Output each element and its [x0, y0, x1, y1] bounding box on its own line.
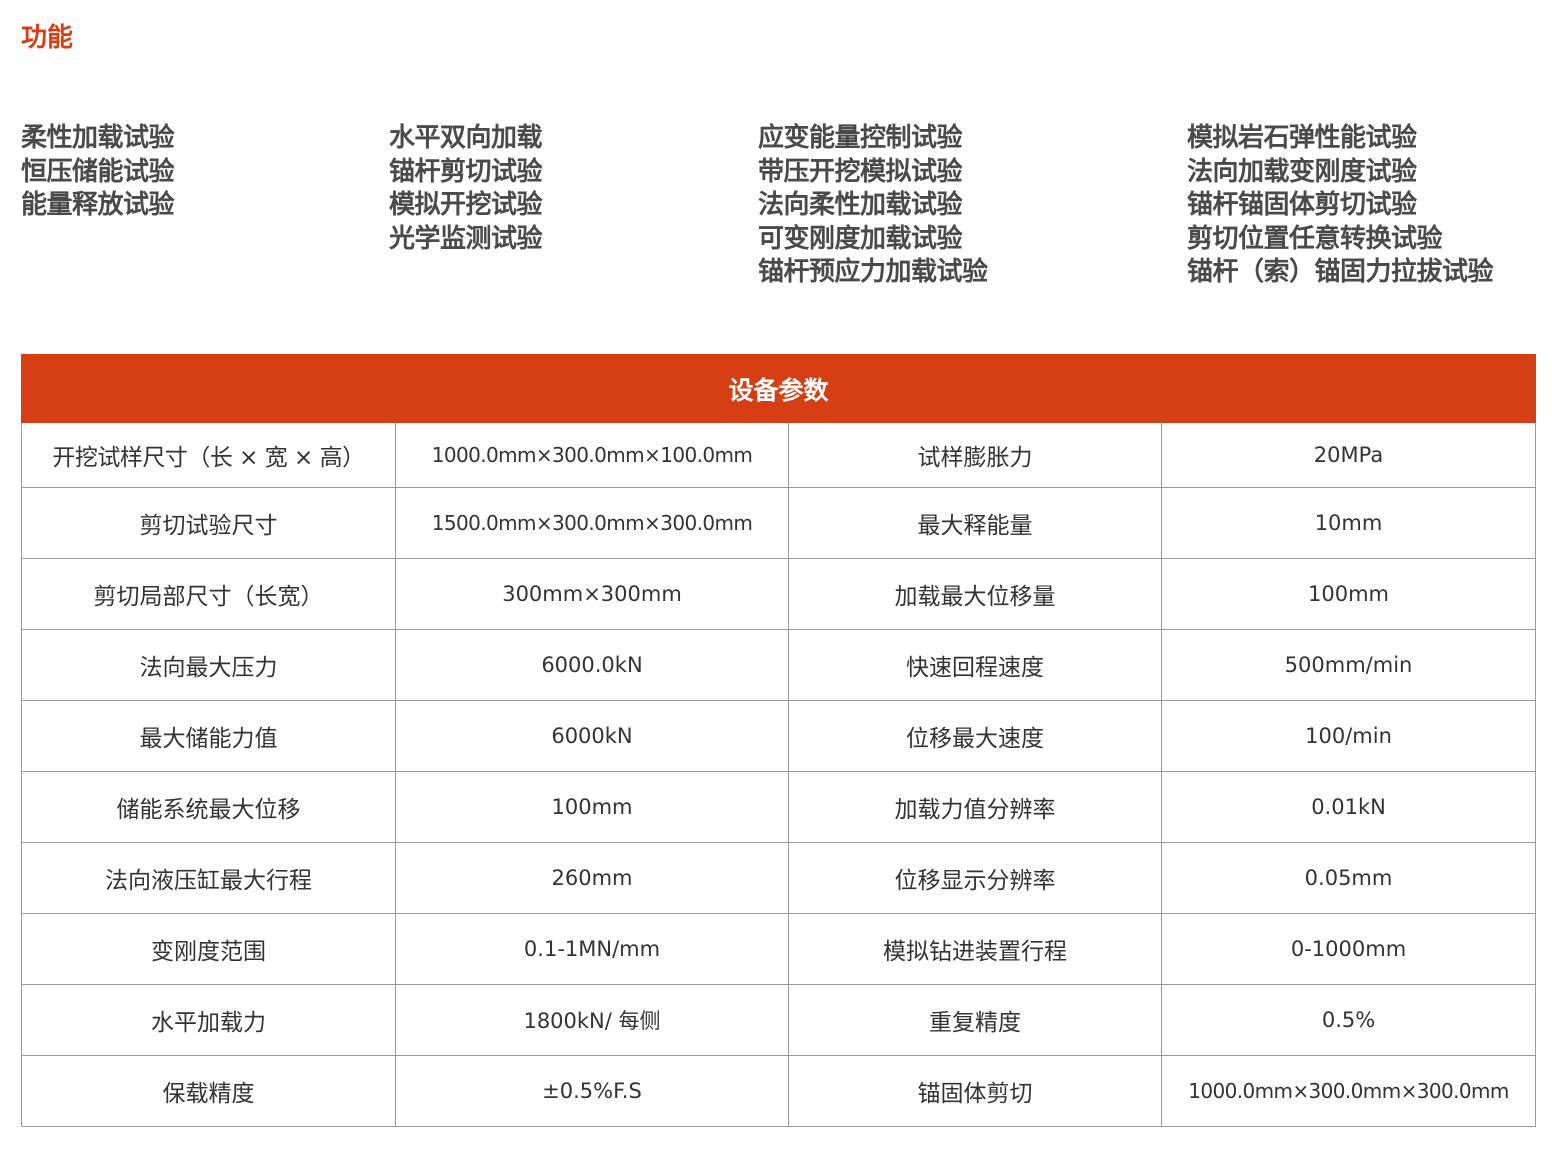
feature-column-1: 柔性加载试验 恒压储能试验 能量释放试验 — [21, 122, 175, 223]
param-label: 水平加载力 — [21, 984, 396, 1056]
param-value: 10mm — [1160, 487, 1537, 559]
param-label: 模拟钻进装置行程 — [788, 913, 1162, 985]
table-row: 法向液压缸最大行程 260mm 位移显示分辨率 0.05mm — [21, 842, 1537, 914]
equipment-parameters-table: 设备参数 开挖试样尺寸（长 × 宽 × 高） 1000.0mm×300.0mm×… — [20, 354, 1537, 1127]
feature-item: 锚杆剪切试验 — [389, 156, 543, 187]
feature-item: 可变刚度加载试验 — [758, 223, 963, 254]
param-label: 位移最大速度 — [788, 700, 1162, 772]
param-label: 储能系统最大位移 — [21, 771, 396, 843]
table-row: 法向最大压力 6000.0kN 快速回程速度 500mm/min — [21, 629, 1537, 701]
param-label: 法向液压缸最大行程 — [21, 842, 396, 914]
param-value: 1800kN/ 每侧 — [395, 984, 789, 1056]
param-label: 保载精度 — [21, 1055, 396, 1127]
param-value: 260mm — [395, 842, 789, 914]
feature-column-3: 应变能量控制试验 带压开挖模拟试验 法向柔性加载试验 可变刚度加载试验 锚杆预应… — [758, 122, 988, 290]
feature-item: 带压开挖模拟试验 — [758, 156, 963, 187]
table-row: 最大储能力值 6000kN 位移最大速度 100/min — [21, 700, 1537, 772]
param-label: 法向最大压力 — [21, 629, 396, 701]
param-label: 加载力值分辨率 — [788, 771, 1162, 843]
feature-item: 法向加载变刚度试验 — [1187, 156, 1417, 187]
table-title: 设备参数 — [20, 354, 1537, 423]
param-value: 100/min — [1160, 700, 1537, 772]
param-label: 剪切试验尺寸 — [21, 487, 396, 559]
feature-column-2: 水平双向加载 锚杆剪切试验 模拟开挖试验 光学监测试验 — [389, 122, 543, 256]
param-value: 1000.0mm×300.0mm×100.0mm — [395, 422, 789, 488]
feature-item: 模拟开挖试验 — [389, 190, 543, 220]
param-label: 最大储能力值 — [21, 700, 396, 772]
feature-item: 柔性加载试验 — [21, 123, 175, 153]
param-value: 300mm×300mm — [395, 558, 789, 630]
param-label: 剪切局部尺寸（长宽） — [21, 558, 396, 630]
param-value: 0.5% — [1160, 984, 1537, 1056]
param-value: 500mm/min — [1160, 629, 1537, 701]
feature-item: 应变能量控制试验 — [758, 123, 963, 153]
feature-item: 锚杆预应力加载试验 — [758, 257, 988, 287]
feature-item: 锚杆（索）锚固力拉拔试验 — [1187, 257, 1494, 287]
param-label: 开挖试样尺寸（长 × 宽 × 高） — [21, 422, 396, 488]
param-value: 0-1000mm — [1160, 913, 1537, 985]
param-label: 试样膨胀力 — [788, 422, 1162, 488]
table-row: 储能系统最大位移 100mm 加载力值分辨率 0.01kN — [21, 771, 1537, 843]
table-row: 水平加载力 1800kN/ 每侧 重复精度 0.5% — [21, 984, 1537, 1056]
param-label: 位移显示分辨率 — [788, 842, 1162, 914]
table-row: 开挖试样尺寸（长 × 宽 × 高） 1000.0mm×300.0mm×100.0… — [21, 422, 1537, 488]
param-value: 1500.0mm×300.0mm×300.0mm — [395, 487, 789, 559]
param-label: 锚固体剪切 — [788, 1055, 1162, 1127]
feature-item: 模拟岩石弹性能试验 — [1187, 123, 1417, 153]
feature-item: 能量释放试验 — [21, 190, 175, 220]
feature-list: 柔性加载试验 恒压储能试验 能量释放试验 水平双向加载 锚杆剪切试验 模拟开挖试… — [0, 122, 1552, 292]
param-label: 最大释能量 — [788, 487, 1162, 559]
param-label: 快速回程速度 — [788, 629, 1162, 701]
param-label: 加载最大位移量 — [788, 558, 1162, 630]
feature-item: 恒压储能试验 — [21, 156, 175, 187]
feature-item: 剪切位置任意转换试验 — [1187, 223, 1443, 254]
param-value: 100mm — [1160, 558, 1537, 630]
table-header-row: 设备参数 — [20, 354, 1537, 423]
param-value: 6000.0kN — [395, 629, 789, 701]
param-label: 变刚度范围 — [21, 913, 396, 985]
feature-item: 法向柔性加载试验 — [758, 190, 963, 220]
param-value: 0.1-1MN/mm — [395, 913, 789, 985]
param-value: 0.05mm — [1160, 842, 1537, 914]
param-value: 0.01kN — [1160, 771, 1537, 843]
param-value: 1000.0mm×300.0mm×300.0mm — [1160, 1055, 1537, 1127]
table-row: 剪切局部尺寸（长宽） 300mm×300mm 加载最大位移量 100mm — [21, 558, 1537, 630]
table-row: 剪切试验尺寸 1500.0mm×300.0mm×300.0mm 最大释能量 10… — [21, 487, 1537, 559]
table-row: 变刚度范围 0.1-1MN/mm 模拟钻进装置行程 0-1000mm — [21, 913, 1537, 985]
feature-column-4: 模拟岩石弹性能试验 法向加载变刚度试验 锚杆锚固体剪切试验 剪切位置任意转换试验… — [1187, 122, 1494, 290]
feature-item: 锚杆锚固体剪切试验 — [1187, 190, 1417, 220]
section-title-features: 功能 — [21, 23, 74, 53]
param-value: 100mm — [395, 771, 789, 843]
feature-item: 水平双向加载 — [389, 123, 543, 153]
param-label: 重复精度 — [788, 984, 1162, 1056]
param-value: 20MPa — [1160, 422, 1537, 488]
table-row: 保载精度 ±0.5%F.S 锚固体剪切 1000.0mm×300.0mm×300… — [21, 1055, 1537, 1127]
param-value: ±0.5%F.S — [395, 1055, 789, 1127]
feature-item: 光学监测试验 — [389, 223, 543, 254]
param-value: 6000kN — [395, 700, 789, 772]
